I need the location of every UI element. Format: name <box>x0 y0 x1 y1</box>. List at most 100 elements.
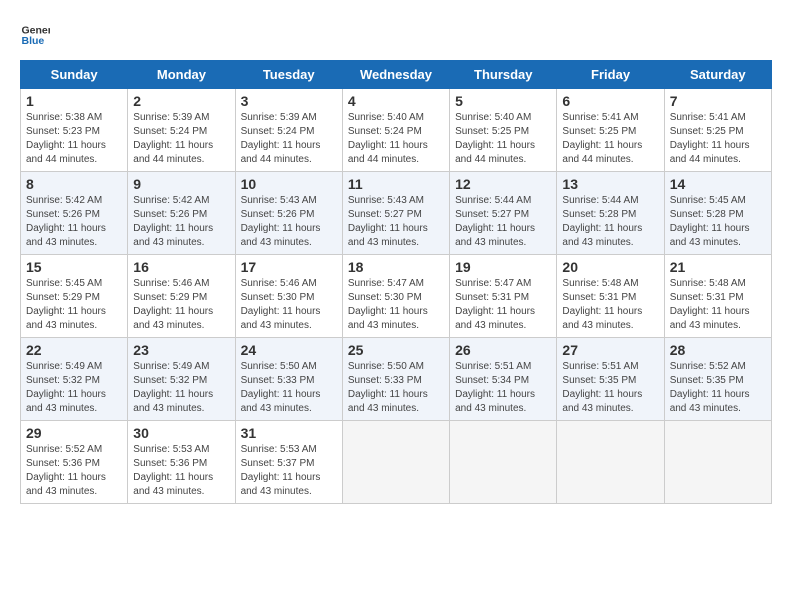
calendar-cell: 25 Sunrise: 5:50 AM Sunset: 5:33 PM Dayli… <box>342 338 449 421</box>
calendar-cell: 23 Sunrise: 5:49 AM Sunset: 5:32 PM Dayli… <box>128 338 235 421</box>
calendar-cell <box>450 421 557 504</box>
calendar-cell: 2 Sunrise: 5:39 AM Sunset: 5:24 PM Daylig… <box>128 89 235 172</box>
day-info: Sunrise: 5:42 AM Sunset: 5:26 PM Dayligh… <box>26 194 122 250</box>
page-header: General Blue <box>20 20 772 50</box>
day-info: Sunrise: 5:52 AM Sunset: 5:36 PM Dayligh… <box>26 443 122 499</box>
calendar-cell: 18 Sunrise: 5:47 AM Sunset: 5:30 PM Dayli… <box>342 255 449 338</box>
day-number: 3 <box>241 93 337 109</box>
day-info: Sunrise: 5:39 AM Sunset: 5:24 PM Dayligh… <box>133 111 229 167</box>
day-info: Sunrise: 5:52 AM Sunset: 5:35 PM Dayligh… <box>670 360 766 416</box>
calendar-cell: 10 Sunrise: 5:43 AM Sunset: 5:26 PM Dayli… <box>235 172 342 255</box>
day-number: 27 <box>562 342 658 358</box>
calendar-cell: 3 Sunrise: 5:39 AM Sunset: 5:24 PM Daylig… <box>235 89 342 172</box>
day-info: Sunrise: 5:47 AM Sunset: 5:31 PM Dayligh… <box>455 277 551 333</box>
day-info: Sunrise: 5:40 AM Sunset: 5:24 PM Dayligh… <box>348 111 444 167</box>
day-info: Sunrise: 5:48 AM Sunset: 5:31 PM Dayligh… <box>670 277 766 333</box>
calendar-cell: 12 Sunrise: 5:44 AM Sunset: 5:27 PM Dayli… <box>450 172 557 255</box>
day-number: 13 <box>562 176 658 192</box>
calendar-week-1: 1 Sunrise: 5:38 AM Sunset: 5:23 PM Daylig… <box>21 89 772 172</box>
calendar-header-row: SundayMondayTuesdayWednesdayThursdayFrid… <box>21 61 772 89</box>
day-info: Sunrise: 5:50 AM Sunset: 5:33 PM Dayligh… <box>348 360 444 416</box>
column-header-wednesday: Wednesday <box>342 61 449 89</box>
calendar-cell: 4 Sunrise: 5:40 AM Sunset: 5:24 PM Daylig… <box>342 89 449 172</box>
calendar-week-5: 29 Sunrise: 5:52 AM Sunset: 5:36 PM Dayli… <box>21 421 772 504</box>
day-info: Sunrise: 5:40 AM Sunset: 5:25 PM Dayligh… <box>455 111 551 167</box>
day-number: 4 <box>348 93 444 109</box>
day-info: Sunrise: 5:43 AM Sunset: 5:26 PM Dayligh… <box>241 194 337 250</box>
day-info: Sunrise: 5:41 AM Sunset: 5:25 PM Dayligh… <box>670 111 766 167</box>
calendar-cell: 13 Sunrise: 5:44 AM Sunset: 5:28 PM Dayli… <box>557 172 664 255</box>
day-number: 25 <box>348 342 444 358</box>
day-number: 24 <box>241 342 337 358</box>
day-number: 26 <box>455 342 551 358</box>
day-number: 6 <box>562 93 658 109</box>
calendar-cell: 26 Sunrise: 5:51 AM Sunset: 5:34 PM Dayli… <box>450 338 557 421</box>
day-number: 23 <box>133 342 229 358</box>
calendar-cell <box>664 421 771 504</box>
day-number: 9 <box>133 176 229 192</box>
day-info: Sunrise: 5:39 AM Sunset: 5:24 PM Dayligh… <box>241 111 337 167</box>
day-info: Sunrise: 5:49 AM Sunset: 5:32 PM Dayligh… <box>133 360 229 416</box>
day-number: 18 <box>348 259 444 275</box>
calendar-cell: 14 Sunrise: 5:45 AM Sunset: 5:28 PM Dayli… <box>664 172 771 255</box>
calendar-week-4: 22 Sunrise: 5:49 AM Sunset: 5:32 PM Dayli… <box>21 338 772 421</box>
column-header-thursday: Thursday <box>450 61 557 89</box>
day-number: 10 <box>241 176 337 192</box>
day-number: 12 <box>455 176 551 192</box>
day-info: Sunrise: 5:42 AM Sunset: 5:26 PM Dayligh… <box>133 194 229 250</box>
day-info: Sunrise: 5:43 AM Sunset: 5:27 PM Dayligh… <box>348 194 444 250</box>
day-info: Sunrise: 5:45 AM Sunset: 5:28 PM Dayligh… <box>670 194 766 250</box>
calendar-table: SundayMondayTuesdayWednesdayThursdayFrid… <box>20 60 772 504</box>
day-info: Sunrise: 5:53 AM Sunset: 5:36 PM Dayligh… <box>133 443 229 499</box>
day-number: 28 <box>670 342 766 358</box>
day-info: Sunrise: 5:45 AM Sunset: 5:29 PM Dayligh… <box>26 277 122 333</box>
day-number: 31 <box>241 425 337 441</box>
day-number: 20 <box>562 259 658 275</box>
svg-text:Blue: Blue <box>22 35 45 47</box>
day-info: Sunrise: 5:48 AM Sunset: 5:31 PM Dayligh… <box>562 277 658 333</box>
day-number: 14 <box>670 176 766 192</box>
day-number: 22 <box>26 342 122 358</box>
logo-icon: General Blue <box>20 20 50 50</box>
calendar-cell: 30 Sunrise: 5:53 AM Sunset: 5:36 PM Dayli… <box>128 421 235 504</box>
day-info: Sunrise: 5:44 AM Sunset: 5:27 PM Dayligh… <box>455 194 551 250</box>
calendar-week-3: 15 Sunrise: 5:45 AM Sunset: 5:29 PM Dayli… <box>21 255 772 338</box>
day-info: Sunrise: 5:49 AM Sunset: 5:32 PM Dayligh… <box>26 360 122 416</box>
day-number: 2 <box>133 93 229 109</box>
column-header-tuesday: Tuesday <box>235 61 342 89</box>
calendar-cell: 8 Sunrise: 5:42 AM Sunset: 5:26 PM Daylig… <box>21 172 128 255</box>
day-info: Sunrise: 5:50 AM Sunset: 5:33 PM Dayligh… <box>241 360 337 416</box>
calendar-cell: 19 Sunrise: 5:47 AM Sunset: 5:31 PM Dayli… <box>450 255 557 338</box>
day-number: 7 <box>670 93 766 109</box>
day-number: 1 <box>26 93 122 109</box>
day-info: Sunrise: 5:38 AM Sunset: 5:23 PM Dayligh… <box>26 111 122 167</box>
day-number: 15 <box>26 259 122 275</box>
calendar-cell: 16 Sunrise: 5:46 AM Sunset: 5:29 PM Dayli… <box>128 255 235 338</box>
day-info: Sunrise: 5:44 AM Sunset: 5:28 PM Dayligh… <box>562 194 658 250</box>
calendar-cell: 31Sunrise: 5:53 AM Sunset: 5:37 PM Dayli… <box>235 421 342 504</box>
day-info: Sunrise: 5:46 AM Sunset: 5:29 PM Dayligh… <box>133 277 229 333</box>
day-number: 16 <box>133 259 229 275</box>
day-number: 21 <box>670 259 766 275</box>
calendar-cell: 20 Sunrise: 5:48 AM Sunset: 5:31 PM Dayli… <box>557 255 664 338</box>
calendar-cell: 27 Sunrise: 5:51 AM Sunset: 5:35 PM Dayli… <box>557 338 664 421</box>
day-number: 11 <box>348 176 444 192</box>
day-info: Sunrise: 5:51 AM Sunset: 5:34 PM Dayligh… <box>455 360 551 416</box>
day-info: Sunrise: 5:51 AM Sunset: 5:35 PM Dayligh… <box>562 360 658 416</box>
day-number: 8 <box>26 176 122 192</box>
day-info: Sunrise: 5:47 AM Sunset: 5:30 PM Dayligh… <box>348 277 444 333</box>
calendar-body: 1 Sunrise: 5:38 AM Sunset: 5:23 PM Daylig… <box>21 89 772 504</box>
day-number: 29 <box>26 425 122 441</box>
day-number: 30 <box>133 425 229 441</box>
day-number: 19 <box>455 259 551 275</box>
column-header-sunday: Sunday <box>21 61 128 89</box>
calendar-cell <box>342 421 449 504</box>
day-info: Sunrise: 5:46 AM Sunset: 5:30 PM Dayligh… <box>241 277 337 333</box>
calendar-week-2: 8 Sunrise: 5:42 AM Sunset: 5:26 PM Daylig… <box>21 172 772 255</box>
calendar-cell: 15 Sunrise: 5:45 AM Sunset: 5:29 PM Dayli… <box>21 255 128 338</box>
calendar-cell: 17 Sunrise: 5:46 AM Sunset: 5:30 PM Dayli… <box>235 255 342 338</box>
calendar-cell: 9 Sunrise: 5:42 AM Sunset: 5:26 PM Daylig… <box>128 172 235 255</box>
day-number: 17 <box>241 259 337 275</box>
calendar-cell: 24 Sunrise: 5:50 AM Sunset: 5:33 PM Dayli… <box>235 338 342 421</box>
calendar-cell: 28 Sunrise: 5:52 AM Sunset: 5:35 PM Dayli… <box>664 338 771 421</box>
